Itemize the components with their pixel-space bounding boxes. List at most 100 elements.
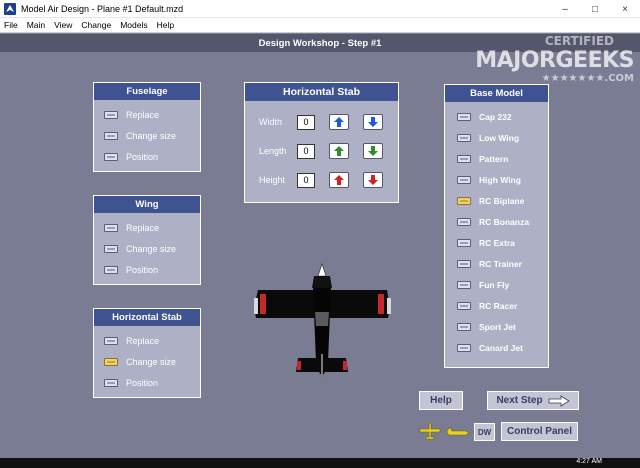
fuselage-panel-title: Fuselage (94, 83, 200, 100)
option-toggle-button[interactable] (457, 302, 471, 310)
option-label: RC Racer (479, 301, 518, 311)
arrow-down-icon (368, 175, 378, 185)
minimize-button[interactable]: – (550, 0, 580, 18)
menu-file[interactable]: File (4, 20, 18, 30)
base-model-cap-232[interactable]: Cap 232 (457, 111, 512, 123)
width-decrease-button[interactable] (363, 114, 383, 130)
base-model-canard-jet[interactable]: Canard Jet (457, 342, 523, 354)
option-toggle-button[interactable] (104, 379, 118, 387)
option-toggle-button[interactable] (457, 134, 471, 142)
length-decrease-button[interactable] (363, 143, 383, 159)
base-model-low-wing[interactable]: Low Wing (457, 132, 519, 144)
length-increase-button[interactable] (329, 143, 349, 159)
workshop-title: Design Workshop - Step #1 (258, 37, 382, 49)
option-label: Change size (126, 131, 177, 141)
hstab-size-panel-title: Horizontal Stab (245, 83, 398, 101)
option-label: Replace (126, 336, 160, 346)
maximize-button[interactable]: □ (580, 0, 610, 18)
control-panel-button[interactable]: Control Panel (501, 422, 578, 441)
base-model-pattern[interactable]: Pattern (457, 153, 508, 165)
fuselage-change-size-option[interactable]: Change size (104, 130, 176, 142)
close-button[interactable]: × (610, 0, 640, 18)
app-icon (4, 2, 16, 15)
option-toggle-button[interactable] (104, 337, 118, 345)
option-toggle-button[interactable] (104, 153, 118, 161)
next-step-button-label: Next Step (496, 395, 543, 406)
width-value-field[interactable]: 0 (297, 114, 315, 130)
length-value-field[interactable]: 0 (297, 143, 315, 159)
option-label: Pattern (479, 154, 509, 164)
height-decrease-button[interactable] (363, 172, 383, 188)
option-toggle-button[interactable] (457, 281, 471, 289)
height-increase-button[interactable] (329, 172, 349, 188)
base-model-panel-title: Base Model (445, 85, 548, 102)
option-label: Fun Fly (479, 280, 510, 290)
option-toggle-button[interactable] (457, 155, 471, 163)
right-wing-tip (378, 294, 384, 314)
hstab-length-row: Length 0 (259, 143, 397, 159)
base-model-sport-jet[interactable]: Sport Jet (457, 321, 516, 333)
option-label: High Wing (479, 175, 521, 185)
base-model-high-wing[interactable]: High Wing (457, 174, 521, 186)
plane-top-view-icon[interactable] (419, 422, 441, 442)
length-label: Length (259, 146, 287, 156)
menu-view[interactable]: View (54, 20, 72, 30)
dw-button[interactable]: DW (474, 423, 495, 441)
option-toggle-button[interactable] (457, 113, 471, 121)
hstab-position-option[interactable]: Position (104, 377, 158, 389)
width-increase-button[interactable] (329, 114, 349, 130)
help-button-label: Help (430, 395, 452, 406)
next-step-button[interactable]: Next Step (487, 391, 579, 410)
hstab-change-size-option[interactable]: Change size (104, 356, 176, 368)
option-toggle-button[interactable] (457, 260, 471, 268)
option-toggle-button[interactable] (457, 344, 471, 352)
wing-position-option[interactable]: Position (104, 264, 158, 276)
menu-change[interactable]: Change (81, 20, 111, 30)
watermark-line-4: ★★★★★★★.COM (541, 73, 634, 84)
taskbar-clock: 4:27 AM (576, 458, 602, 465)
base-model-rc-extra[interactable]: RC Extra (457, 237, 515, 249)
option-toggle-button[interactable] (104, 132, 118, 140)
option-toggle-button[interactable] (104, 111, 118, 119)
option-toggle-button[interactable] (457, 323, 471, 331)
right-stab-tip (343, 361, 347, 370)
menu-bar: File Main View Change Models Help (0, 18, 640, 33)
base-model-rc-trainer[interactable]: RC Trainer (457, 258, 522, 270)
base-model-fun-fly[interactable]: Fun Fly (457, 279, 509, 291)
fuselage-position-option[interactable]: Position (104, 151, 158, 163)
plane-side-view-icon[interactable] (446, 425, 470, 439)
hstab-option-panel: Horizontal Stab Replace Change size Posi… (93, 308, 201, 398)
taskbar: 4:27 AM (0, 458, 640, 468)
wing-replace-option[interactable]: Replace (104, 222, 159, 234)
wing-change-size-option[interactable]: Change size (104, 243, 176, 255)
hstab-height-row: Height 0 (259, 172, 397, 188)
base-model-rc-racer[interactable]: RC Racer (457, 300, 517, 312)
base-model-rc-biplane[interactable]: RC Biplane (457, 195, 524, 207)
height-value-field[interactable]: 0 (297, 172, 315, 188)
base-model-rc-bonanza[interactable]: RC Bonanza (457, 216, 529, 228)
menu-help[interactable]: Help (157, 20, 174, 30)
option-toggle-button[interactable] (457, 176, 471, 184)
option-toggle-button[interactable] (104, 245, 118, 253)
engine-cowl (312, 276, 332, 288)
window-title: Model Air Design - Plane #1 Default.mzd (21, 3, 184, 14)
hstab-replace-option[interactable]: Replace (104, 335, 159, 347)
menu-main[interactable]: Main (27, 20, 45, 30)
fuselage-replace-option[interactable]: Replace (104, 109, 159, 121)
option-toggle-button[interactable] (104, 224, 118, 232)
wing-panel-title: Wing (94, 196, 200, 213)
option-toggle-button[interactable] (457, 218, 471, 226)
menu-models[interactable]: Models (120, 20, 147, 30)
option-toggle-button[interactable] (104, 266, 118, 274)
help-button[interactable]: Help (419, 391, 463, 410)
option-label: Change size (126, 357, 177, 367)
arrow-down-icon (368, 117, 378, 127)
option-label: Position (126, 152, 159, 162)
left-wing-tip (260, 294, 266, 314)
option-toggle-button[interactable] (457, 239, 471, 247)
hstab-size-panel: Horizontal Stab Width 0 Length 0 Height … (244, 82, 399, 203)
option-label: Position (126, 265, 159, 275)
option-toggle-button-active[interactable] (457, 197, 471, 205)
option-label: Position (126, 378, 159, 388)
option-toggle-button-active[interactable] (104, 358, 118, 366)
